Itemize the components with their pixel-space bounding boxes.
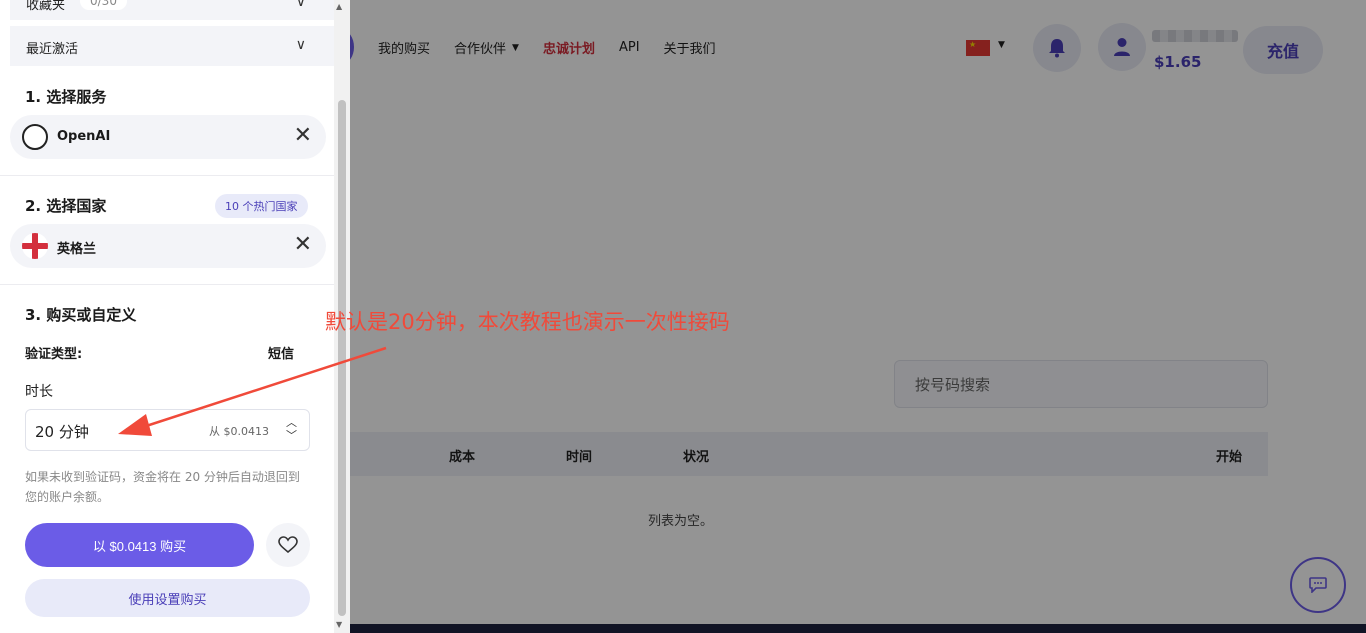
verify-type-label: 验证类型:	[25, 347, 83, 362]
scroll-up-arrow-icon[interactable]: ▲	[336, 2, 342, 11]
close-icon[interactable]: ✕	[294, 232, 312, 258]
heart-icon	[278, 536, 298, 554]
duration-select[interactable]: 20 分钟 从 $0.0413 ︿ ﹀	[25, 409, 310, 451]
purchase-drawer: 收藏夹 0/30 ∨ 最近激活 ∨ 1. 选择服务 OpenAI ✕ 2. 选择…	[0, 0, 350, 633]
country-label: 英格兰	[57, 242, 97, 257]
verify-type-value: 短信	[267, 347, 294, 362]
scroll-down-arrow-icon[interactable]: ▼	[336, 620, 342, 629]
chevron-down-icon: ∨	[295, 0, 306, 10]
service-selector[interactable]: OpenAI ✕	[10, 115, 326, 159]
refund-note: 如果未收到验证码，资金将在 20 分钟后自动退回到您的账户余额。	[25, 470, 300, 504]
england-flag-icon	[22, 233, 48, 259]
duration-value: 20 分钟	[35, 423, 89, 441]
hot-countries-badge[interactable]: 10 个热门国家	[215, 194, 308, 218]
divider	[0, 175, 334, 176]
step1-title: 1. 选择服务	[25, 88, 107, 106]
buy-with-settings-button[interactable]: 使用设置购买	[25, 579, 310, 617]
recent-activations-section[interactable]: 最近激活 ∨	[10, 26, 334, 66]
divider	[0, 284, 334, 285]
step3-title: 3. 购买或自定义	[25, 306, 137, 324]
country-selector[interactable]: 英格兰 ✕	[10, 224, 326, 268]
service-label: OpenAI	[57, 129, 111, 144]
duration-price: 从 $0.0413	[209, 425, 269, 438]
step2-title: 2. 选择国家	[25, 197, 107, 215]
favorites-section[interactable]: 收藏夹 0/30 ∨	[10, 0, 334, 20]
chevron-down-icon: ∨	[295, 37, 306, 53]
drawer-content: 收藏夹 0/30 ∨ 最近激活 ∨ 1. 选择服务 OpenAI ✕ 2. 选择…	[0, 0, 334, 633]
favorites-label: 收藏夹	[26, 0, 66, 13]
favorites-count: 0/30	[80, 0, 127, 10]
close-icon[interactable]: ✕	[294, 123, 312, 149]
chevron-up-down-icon: ︿ ﹀	[286, 416, 297, 442]
add-favorite-button[interactable]	[266, 523, 310, 567]
scrollbar-thumb[interactable]	[338, 100, 346, 616]
openai-icon	[22, 124, 48, 150]
tutorial-annotation: 默认是20分钟，本次教程也演示一次性接码	[325, 310, 730, 334]
duration-label: 时长	[25, 384, 53, 400]
recent-label: 最近激活	[26, 42, 79, 57]
buy-button[interactable]: 以 $0.0413 购买	[25, 523, 254, 567]
